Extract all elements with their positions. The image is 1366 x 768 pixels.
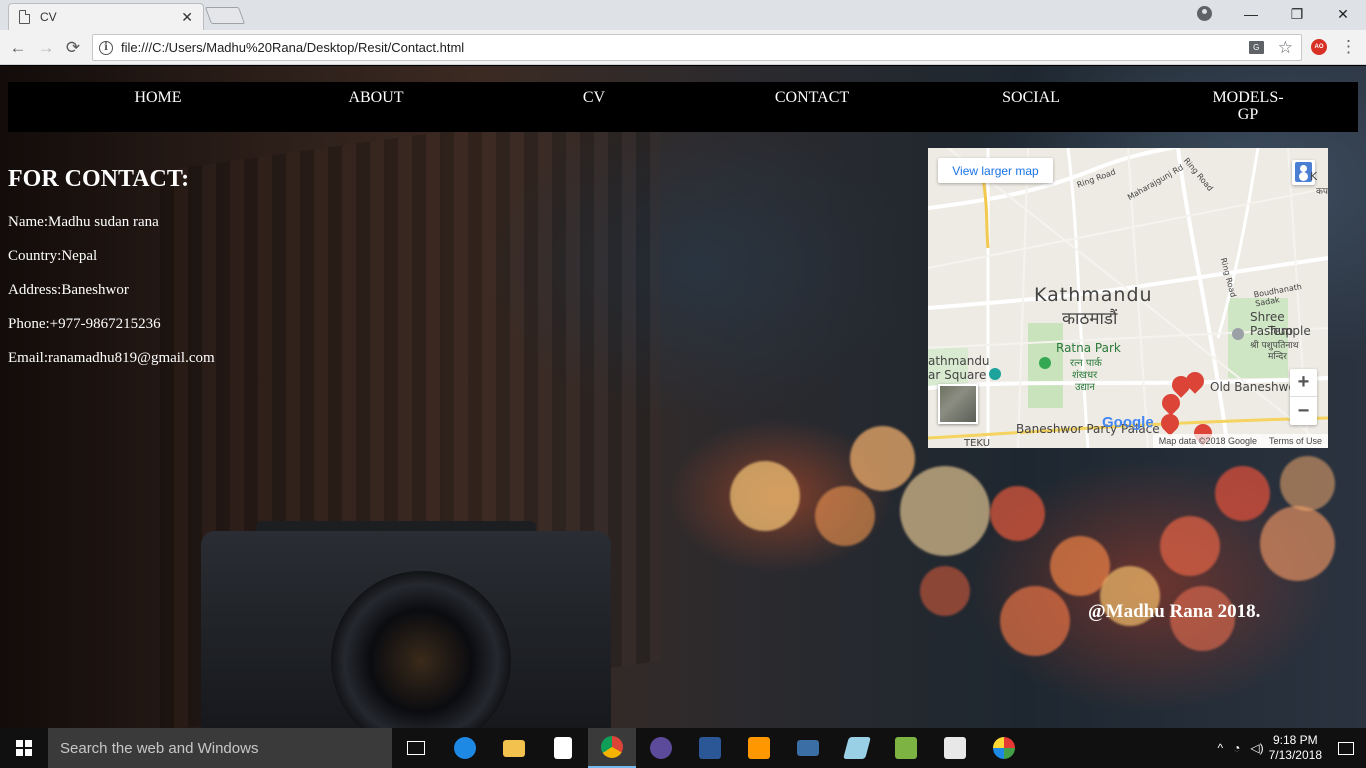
windows-taskbar: Search the web and Windows ^ ◔ ◁) 9:18 P… bbox=[0, 728, 1366, 768]
translate-icon[interactable]: G bbox=[1248, 41, 1264, 54]
contact-email: Email:ranamadhu819@gmail.com bbox=[8, 350, 215, 366]
reload-button[interactable]: ⟳ bbox=[62, 37, 84, 59]
bokeh-light bbox=[730, 461, 800, 531]
contact-name: Name:Madhu sudan rana bbox=[8, 214, 159, 230]
zoom-out-button[interactable]: − bbox=[1290, 397, 1317, 425]
new-tab-button[interactable] bbox=[204, 7, 246, 24]
view-larger-map-link[interactable]: View larger map bbox=[938, 158, 1053, 183]
tray-overflow-caret-icon[interactable]: ^ bbox=[1217, 741, 1223, 755]
window-controls: — ❐ ✕ bbox=[1228, 0, 1366, 28]
nav-models-gp-line1: MODELS- bbox=[1212, 89, 1284, 106]
info-icon[interactable]: i bbox=[99, 40, 113, 55]
bokeh-light bbox=[1280, 456, 1335, 511]
windows-logo-icon bbox=[16, 740, 32, 756]
sublime-text-icon[interactable] bbox=[735, 728, 783, 768]
file-explorer-icon[interactable] bbox=[490, 728, 538, 768]
map-attribution: Map data ©2018 Google Terms of Use bbox=[1152, 434, 1328, 448]
taskbar-clock[interactable]: 9:18 PM 7/13/2018 bbox=[1269, 733, 1322, 763]
back-button[interactable]: ← bbox=[7, 37, 29, 59]
nav-social[interactable]: SOCIAL bbox=[993, 89, 1069, 106]
satellite-view-toggle[interactable] bbox=[938, 384, 978, 424]
url-text[interactable]: file:///C:/Users/Madhu%20Rana/Desktop/Re… bbox=[121, 40, 1249, 55]
project-app-icon[interactable] bbox=[882, 728, 930, 768]
store-icon[interactable] bbox=[539, 728, 587, 768]
wifi-icon[interactable]: ◔ bbox=[1233, 741, 1240, 755]
profile-icon[interactable] bbox=[1197, 6, 1212, 21]
task-view-icon[interactable] bbox=[392, 728, 440, 768]
restore-button[interactable]: ❐ bbox=[1274, 0, 1320, 28]
map-label-old-baneshwor: Old Baneshwo bbox=[1210, 380, 1296, 394]
eclipse-icon[interactable] bbox=[637, 728, 685, 768]
sql-tool-icon[interactable] bbox=[784, 728, 832, 768]
contact-phone: Phone:+977-9867215236 bbox=[8, 316, 161, 332]
map-label-durbar-square-1: athmandu bbox=[928, 354, 990, 368]
clock-time: 9:18 PM bbox=[1272, 733, 1318, 747]
map-terms-link[interactable]: Terms of Use bbox=[1269, 436, 1322, 446]
address-bar[interactable]: i file:///C:/Users/Madhu%20Rana/Desktop/… bbox=[92, 34, 1302, 61]
bokeh-light bbox=[1215, 466, 1270, 521]
zoom-in-button[interactable]: + bbox=[1290, 369, 1317, 397]
java-icon[interactable] bbox=[931, 728, 979, 768]
bokeh-light bbox=[815, 486, 875, 546]
nav-models-gp-line2: GP bbox=[1237, 106, 1259, 123]
clock-date: 7/13/2018 bbox=[1268, 748, 1322, 762]
map-label-top-right-np: कपन bbox=[1316, 187, 1328, 197]
chrome-icon[interactable] bbox=[588, 728, 636, 768]
nav-models-gp[interactable]: MODELS- GP bbox=[1204, 89, 1292, 123]
map-city-label-np: काठमाडौं bbox=[1062, 309, 1118, 329]
nav-cv[interactable]: CV bbox=[574, 89, 614, 106]
paint-icon[interactable] bbox=[980, 728, 1028, 768]
edge-browser-icon[interactable] bbox=[441, 728, 489, 768]
volume-icon[interactable]: ◁) bbox=[1250, 741, 1263, 755]
browser-tab[interactable]: CV ✕ bbox=[8, 3, 204, 30]
google-logo: Google bbox=[1102, 414, 1154, 431]
tab-close-button[interactable]: ✕ bbox=[181, 9, 193, 26]
extension-icon[interactable]: AO bbox=[1311, 39, 1327, 55]
app-icon[interactable] bbox=[833, 728, 881, 768]
forward-button[interactable]: → bbox=[35, 37, 57, 59]
bokeh-light bbox=[1000, 586, 1070, 656]
contact-address: Address:Baneshwor bbox=[8, 282, 129, 298]
close-window-button[interactable]: ✕ bbox=[1320, 0, 1366, 28]
taskbar-search-box[interactable]: Search the web and Windows bbox=[48, 728, 392, 768]
web-page: HOME ABOUT CV CONTACT SOCIAL MODELS- GP … bbox=[0, 66, 1366, 728]
bokeh-light bbox=[850, 426, 915, 491]
browser-titlebar: CV ✕ — ❐ ✕ bbox=[0, 0, 1366, 30]
main-navigation: HOME ABOUT CV CONTACT SOCIAL MODELS- GP bbox=[8, 82, 1358, 132]
bokeh-light bbox=[920, 566, 970, 616]
footer-credit: @Madhu Rana 2018. bbox=[1088, 601, 1261, 622]
start-button[interactable] bbox=[0, 728, 48, 768]
nav-home[interactable]: HOME bbox=[126, 89, 190, 106]
map-city-label: Kathmandu bbox=[1034, 284, 1153, 306]
contact-country: Country:Nepal bbox=[8, 248, 98, 264]
embedded-map[interactable]: View larger map K कपन Ring Road Maharajg… bbox=[928, 148, 1328, 448]
map-label-ratna-park: Ratna Park bbox=[1056, 341, 1121, 355]
bokeh-light bbox=[990, 486, 1045, 541]
map-zoom-control: + − bbox=[1290, 369, 1317, 425]
browser-menu-icon[interactable]: ⋮ bbox=[1340, 37, 1357, 57]
map-label-ratna-park-np3: उद्यान bbox=[1075, 382, 1095, 393]
word-icon[interactable] bbox=[686, 728, 734, 768]
browser-toolbar: ← → ⟳ i file:///C:/Users/Madhu%20Rana/De… bbox=[0, 30, 1366, 65]
camera-photo bbox=[196, 521, 616, 728]
bokeh-light bbox=[1260, 506, 1335, 581]
system-tray: ^ ◔ ◁) 9:18 PM 7/13/2018 bbox=[1212, 728, 1366, 768]
contact-section: FOR CONTACT: Name:Madhu sudan rana Count… bbox=[8, 166, 215, 383]
bokeh-light bbox=[900, 466, 990, 556]
document-icon bbox=[19, 10, 30, 24]
contact-heading: FOR CONTACT: bbox=[8, 166, 190, 192]
map-label-teku: TEKU bbox=[964, 438, 991, 448]
map-label-durbar-square-2: ar Square bbox=[928, 368, 987, 382]
bokeh-light bbox=[1160, 516, 1220, 576]
map-label-temple-np2: मन्दिर bbox=[1268, 352, 1287, 362]
map-data-credit: Map data ©2018 Google bbox=[1158, 436, 1257, 446]
nav-contact[interactable]: CONTACT bbox=[766, 89, 858, 106]
map-label-top-right: K bbox=[1310, 170, 1318, 183]
map-label-temple: Temple bbox=[1268, 324, 1311, 338]
action-center-icon[interactable] bbox=[1338, 741, 1354, 755]
nav-about[interactable]: ABOUT bbox=[338, 89, 414, 106]
tab-title: CV bbox=[40, 10, 57, 24]
bookmark-star-icon[interactable]: ☆ bbox=[1278, 38, 1293, 58]
minimize-button[interactable]: — bbox=[1228, 0, 1274, 28]
